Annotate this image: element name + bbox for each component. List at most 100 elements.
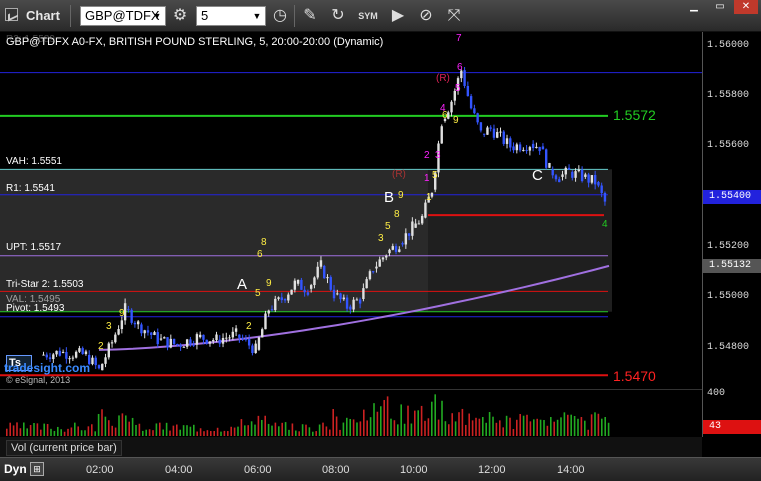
volume-bar: [233, 427, 236, 436]
time-tick: 10:00: [400, 464, 428, 476]
volume-legend[interactable]: Vol (current price bar): [6, 440, 122, 456]
volume-bar: [135, 424, 137, 436]
candle-body: [107, 343, 110, 358]
volume-bar: [550, 417, 552, 436]
zoom-icon[interactable]: ⊞: [30, 462, 44, 476]
interval-value: 5: [201, 8, 209, 23]
candle-body: [349, 306, 352, 310]
settings-gear-icon[interactable]: ⚙: [170, 6, 190, 26]
volume-bar: [335, 416, 338, 436]
symbol-combo[interactable]: GBP@TDFX ▼: [80, 6, 166, 26]
refresh-icon[interactable]: ↻: [328, 6, 348, 26]
volume-bar: [386, 396, 389, 436]
candle-body: [176, 343, 179, 345]
candle-body: [303, 289, 306, 293]
volume-bar: [118, 415, 120, 436]
candle-body: [476, 113, 479, 123]
volume-bar: [63, 431, 66, 436]
volume-bar: [19, 428, 22, 436]
minimize-button[interactable]: ▁: [682, 0, 706, 14]
volume-bar: [546, 425, 549, 436]
candle-body: [185, 339, 189, 347]
dynamic-label[interactable]: Dyn: [4, 462, 27, 476]
interval-combo[interactable]: 5 ▼: [196, 6, 266, 26]
td-count-label: 6: [257, 249, 263, 260]
sym-icon[interactable]: SYM: [358, 6, 378, 26]
candle-body: [342, 297, 346, 300]
clock-icon[interactable]: ◷: [270, 6, 290, 26]
candle-body: [593, 175, 597, 185]
price-tick: 1.55800: [707, 90, 750, 101]
candle-body: [339, 293, 342, 300]
volume-bar: [196, 431, 198, 436]
candle-body: [531, 143, 535, 149]
volume-bar: [342, 422, 345, 436]
volume-bar: [220, 431, 222, 436]
close-button[interactable]: ✕: [734, 0, 758, 14]
pencil-draw-icon[interactable]: ✎: [300, 6, 320, 26]
candle-body: [172, 338, 176, 344]
volume-bar: [199, 428, 202, 436]
tristar-label: Tri-Star 2: 1.5503: [6, 279, 84, 290]
volume-tag: 43: [703, 420, 761, 434]
time-axis[interactable]: Dyn ⊞ 02:00 04:00 06:00 08:00 10:00 12:0…: [0, 457, 761, 481]
volume-max-tick: 400: [707, 388, 726, 399]
volume-bar: [108, 420, 110, 436]
volume-bar: [267, 423, 270, 436]
volume-bar: [244, 425, 246, 436]
candle-body: [332, 289, 336, 299]
volume-bar: [138, 423, 141, 436]
pattern-label-b: B: [384, 189, 395, 206]
chevron-down-icon[interactable]: ▼: [149, 7, 165, 25]
volume-bar: [189, 426, 192, 436]
maximize-button[interactable]: ▭: [708, 0, 732, 14]
volume-pane[interactable]: [0, 389, 761, 437]
volume-bar: [155, 423, 158, 436]
volume-bar: [176, 424, 178, 436]
candle-body: [522, 149, 525, 151]
volume-bar: [26, 428, 28, 436]
link-tools-icon[interactable]: ⤧: [444, 6, 464, 26]
candle-body: [287, 294, 290, 301]
candle-body: [130, 309, 133, 323]
volume-bar: [278, 426, 280, 436]
price-axis[interactable]: 1.56000 1.55800 1.55600 1.55400 1.55200 …: [702, 32, 761, 437]
volume-bar: [529, 421, 532, 436]
volume-bar: [162, 429, 164, 436]
candle-body: [296, 279, 300, 284]
volume-bar: [16, 422, 18, 436]
volume-bar: [284, 422, 287, 436]
volume-bar: [60, 429, 62, 436]
candle-body: [375, 266, 378, 269]
volume-bar: [522, 415, 525, 436]
volume-bar: [186, 425, 188, 436]
r1-label: R1: 1.5541: [6, 183, 55, 194]
candle-body: [274, 298, 277, 311]
pivot-label: Pivot: 1.5493: [6, 303, 65, 314]
vah-label: VAH: 1.5551: [6, 156, 62, 167]
candle-body: [401, 243, 404, 245]
candle-body: [110, 342, 114, 344]
stop-icon[interactable]: ⊘: [416, 6, 436, 26]
candle-body: [466, 85, 470, 97]
volume-bar: [111, 425, 113, 436]
volume-bar: [53, 430, 56, 436]
volume-bar: [203, 431, 205, 436]
candle-body: [127, 309, 130, 311]
volume-bar: [142, 430, 144, 436]
candle-body: [283, 299, 287, 301]
volume-bar: [488, 412, 491, 436]
volume-bar: [6, 428, 8, 436]
play-icon[interactable]: ▶: [388, 6, 408, 26]
time-tick: 06:00: [244, 464, 272, 476]
candle-body: [411, 221, 414, 236]
price-chart-pane[interactable]: 4 5 7 6 (R) 2 3 (R) 1 6 9 5 1 9 8 5 3 8 6 9 5 2 9 3 2 4: [0, 32, 761, 388]
candle-body: [244, 338, 248, 340]
candle-body: [153, 332, 156, 335]
candle-body: [518, 144, 522, 151]
volume-bar: [536, 418, 538, 436]
candle-body: [261, 329, 264, 338]
volume-bar: [519, 414, 521, 436]
chevron-down-icon[interactable]: ▼: [249, 7, 265, 25]
candle-body: [577, 169, 581, 172]
